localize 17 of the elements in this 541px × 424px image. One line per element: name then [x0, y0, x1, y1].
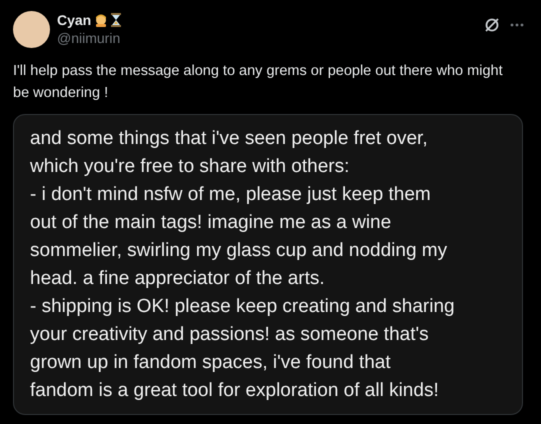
- author-handle[interactable]: @niimurin: [57, 29, 122, 47]
- image-text-line: sommelier, swirling my glass cup and nodding my: [30, 239, 448, 263]
- avatar[interactable]: [13, 11, 50, 48]
- post-text: I'll help pass the message along to any grems or people out there who might be wondering !: [13, 62, 504, 103]
- image-text-line: grown up in fandom spaces, i've found that: [30, 351, 391, 375]
- attached-image[interactable]: [13, 114, 523, 415]
- image-text-line: and some things that i've seen people fret over,: [30, 127, 428, 151]
- image-text-line: fandom is a great tool for exploration of all kinds!: [30, 379, 439, 403]
- author-name[interactable]: Cyan: [57, 10, 92, 30]
- hourglass-icon: [111, 13, 122, 27]
- image-text-line: head. a fine appreciator of the arts.: [30, 267, 325, 291]
- image-text-line: - shipping is OK! please keep creating and sharing: [30, 295, 455, 319]
- image-text-line: which you're free to share with others:: [30, 155, 350, 179]
- image-text-line: - i don't mind nsfw of me, please just keep them: [30, 183, 431, 207]
- image-text-line: your creativity and passions! as someone that's: [30, 323, 429, 347]
- image-text-line: out of the main tags! imagine me as a wine: [30, 211, 392, 235]
- more-icon[interactable]: [510, 23, 524, 27]
